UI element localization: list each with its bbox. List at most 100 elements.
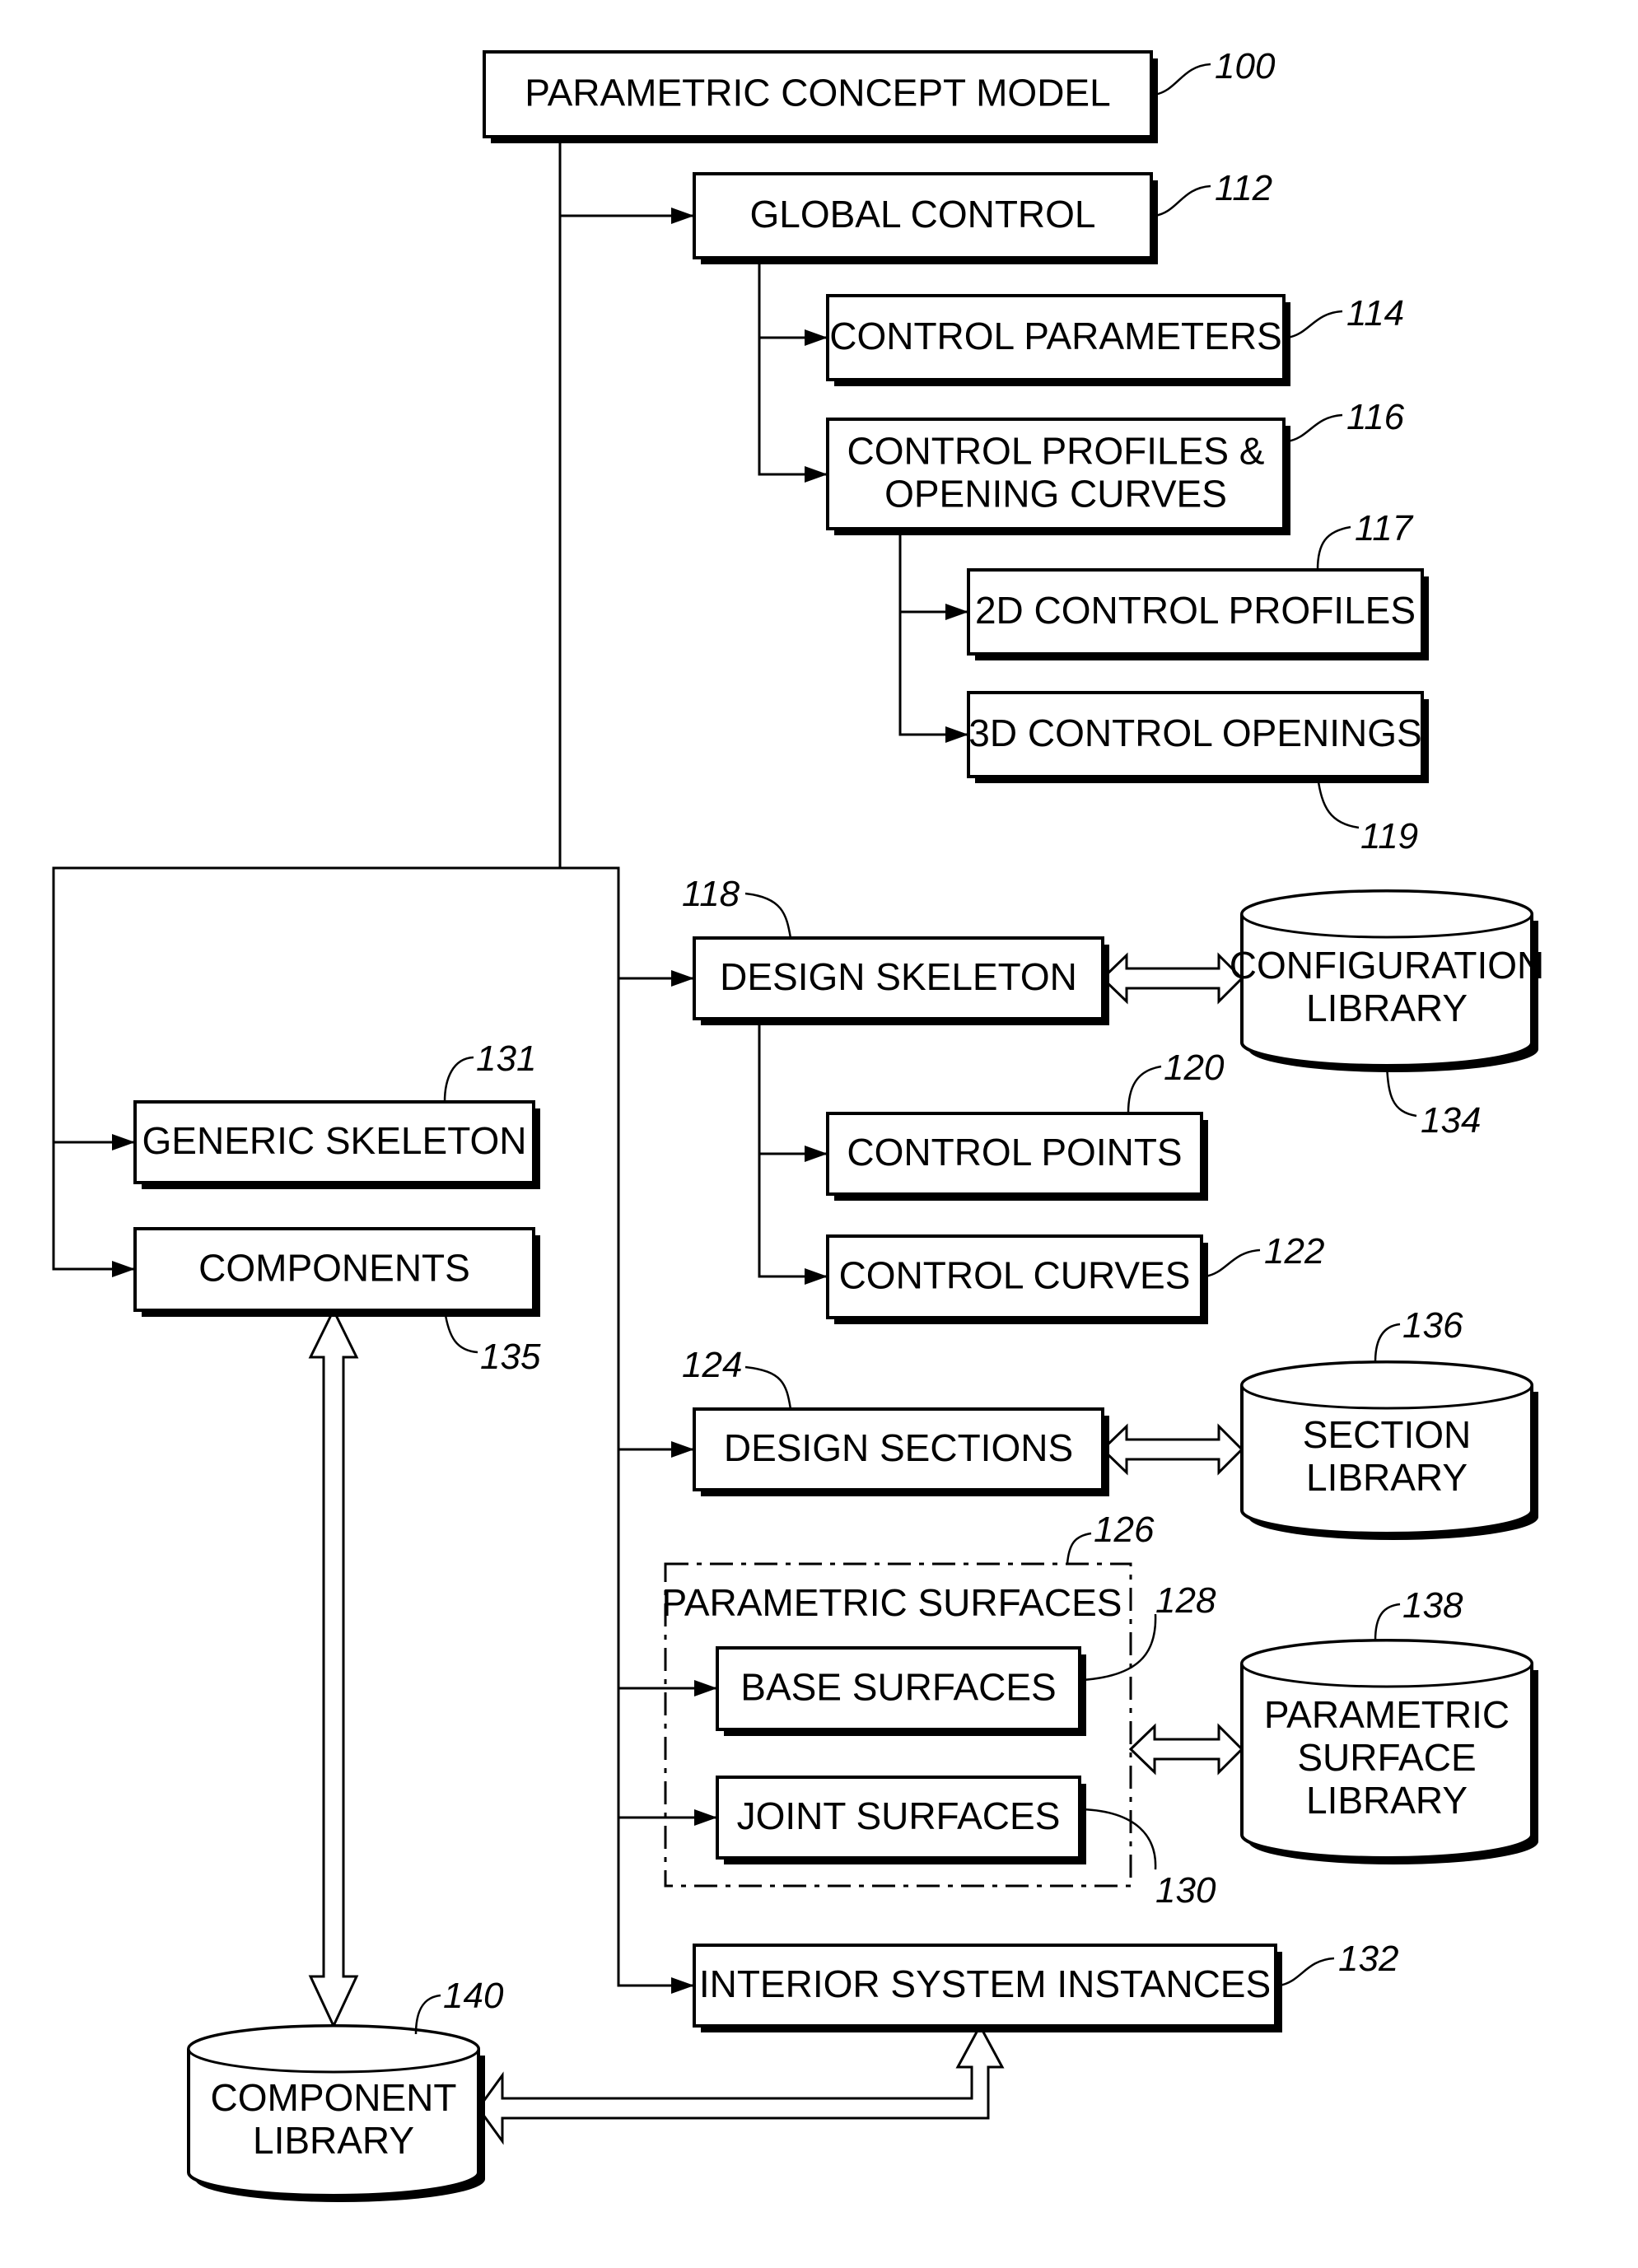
database-134: CONFIGURATIONLIBRARY bbox=[1230, 889, 1544, 1072]
n136-label-line: LIBRARY bbox=[1306, 1456, 1468, 1499]
node-116: CONTROL PROFILES &OPENING CURVES bbox=[826, 418, 1290, 535]
connector-116-branch bbox=[898, 529, 968, 736]
ref-120: 120 bbox=[1164, 1048, 1225, 1088]
leader-134 bbox=[1385, 1065, 1417, 1118]
cylinder-top bbox=[1240, 1639, 1533, 1688]
arrowhead bbox=[805, 466, 828, 483]
n117-label-line: 2D CONTROL PROFILES bbox=[975, 589, 1416, 632]
node-112: GLOBAL CONTROL bbox=[693, 172, 1158, 264]
ref-128: 128 bbox=[1155, 1580, 1216, 1621]
n119-label-line: 3D CONTROL OPENINGS bbox=[968, 712, 1421, 754]
n122-label-line: CONTROL CURVES bbox=[839, 1254, 1191, 1297]
node-128: BASE SURFACES bbox=[716, 1646, 1086, 1736]
node-114: CONTROL PARAMETERS bbox=[826, 294, 1290, 386]
double-arrow-124-136 bbox=[1100, 1423, 1244, 1476]
arrowhead bbox=[805, 1146, 828, 1162]
connector-112-branch bbox=[758, 258, 828, 476]
n136-label-line: SECTION bbox=[1303, 1413, 1471, 1456]
node-131: GENERIC SKELETON bbox=[133, 1100, 540, 1189]
arrowhead bbox=[694, 1680, 717, 1696]
n140-label-line: LIBRARY bbox=[253, 2119, 414, 2162]
n112-label-line: GLOBAL CONTROL bbox=[749, 193, 1095, 236]
double-arrow-126-138 bbox=[1128, 1723, 1244, 1776]
database-136: SECTIONLIBRARY bbox=[1240, 1360, 1538, 1540]
arrowhead bbox=[112, 1134, 135, 1150]
node-124: DESIGN SECTIONS bbox=[693, 1407, 1109, 1496]
leader-130 bbox=[1082, 1808, 1157, 1870]
ref-119: 119 bbox=[1360, 816, 1418, 856]
ref-126: 126 bbox=[1094, 1510, 1155, 1550]
parametric-surfaces-label: PARAMETRIC SURFACES bbox=[662, 1581, 1122, 1624]
leader-138 bbox=[1374, 1603, 1401, 1641]
n138-label-line: PARAMETRIC bbox=[1264, 1693, 1510, 1736]
ref-138: 138 bbox=[1402, 1585, 1463, 1626]
ref-136: 136 bbox=[1402, 1305, 1463, 1346]
arrowhead bbox=[805, 1268, 828, 1285]
leader-119 bbox=[1316, 776, 1360, 829]
ref-118: 118 bbox=[682, 874, 740, 914]
ref-112: 112 bbox=[1215, 168, 1272, 208]
ref-100: 100 bbox=[1215, 46, 1276, 86]
arrowhead bbox=[671, 208, 694, 224]
n130-label-line: JOINT SURFACES bbox=[737, 1794, 1061, 1837]
double-arrow-118-134 bbox=[1100, 952, 1244, 1005]
connector-118-branch bbox=[758, 1019, 828, 1278]
leader-116 bbox=[1286, 413, 1343, 443]
n120-label-line: CONTROL POINTS bbox=[847, 1131, 1182, 1174]
n134-label-line: LIBRARY bbox=[1306, 987, 1468, 1029]
n138-label-line: LIBRARY bbox=[1306, 1779, 1468, 1822]
leader-122 bbox=[1204, 1248, 1261, 1278]
bracket-outline bbox=[52, 866, 694, 1987]
ref-134: 134 bbox=[1421, 1100, 1481, 1141]
ref-114: 114 bbox=[1346, 293, 1404, 334]
n134-label-line: CONFIGURATION bbox=[1230, 944, 1544, 987]
arrowhead bbox=[671, 970, 694, 987]
n100-label-line: PARAMETRIC CONCEPT MODEL bbox=[525, 72, 1110, 114]
double-arrow-140-132 bbox=[477, 2023, 1005, 2145]
leader-126 bbox=[1066, 1532, 1092, 1565]
ref-122: 122 bbox=[1264, 1231, 1324, 1272]
cylinder-top bbox=[1240, 889, 1533, 939]
node-130: JOINT SURFACES bbox=[716, 1776, 1086, 1864]
arrowhead bbox=[694, 1809, 717, 1826]
ref-124: 124 bbox=[682, 1345, 742, 1385]
leader-131 bbox=[443, 1056, 474, 1103]
arrowhead bbox=[112, 1261, 135, 1277]
leader-120 bbox=[1127, 1065, 1162, 1114]
cylinder-top bbox=[1240, 1360, 1533, 1410]
leader-100 bbox=[1154, 63, 1211, 96]
node-119: 3D CONTROL OPENINGS bbox=[967, 691, 1429, 783]
ref-117: 117 bbox=[1355, 508, 1414, 548]
ref-131: 131 bbox=[476, 1038, 536, 1079]
n116-label-line: OPENING CURVES bbox=[884, 473, 1227, 516]
n138-label-line: SURFACE bbox=[1297, 1736, 1476, 1779]
node-100: PARAMETRIC CONCEPT MODEL bbox=[483, 50, 1158, 143]
ref-140: 140 bbox=[443, 1976, 504, 2016]
leader-114 bbox=[1286, 310, 1343, 339]
node-132: INTERIOR SYSTEM INSTANCES bbox=[693, 1944, 1282, 2032]
arrowhead bbox=[671, 1441, 694, 1458]
ref-116: 116 bbox=[1346, 397, 1405, 437]
node-135: COMPONENTS bbox=[133, 1227, 540, 1317]
leader-132 bbox=[1278, 1957, 1335, 1987]
node-118: DESIGN SKELETON bbox=[693, 936, 1109, 1025]
ref-135: 135 bbox=[480, 1337, 541, 1377]
node-122: CONTROL CURVES bbox=[826, 1234, 1208, 1324]
n128-label-line: BASE SURFACES bbox=[740, 1666, 1056, 1709]
n132-label-line: INTERIOR SYSTEM INSTANCES bbox=[699, 1962, 1271, 2005]
ref-130: 130 bbox=[1155, 1870, 1216, 1911]
node-120: CONTROL POINTS bbox=[826, 1112, 1208, 1201]
n114-label-line: CONTROL PARAMETERS bbox=[829, 315, 1282, 357]
leader-112 bbox=[1154, 184, 1211, 217]
n124-label-line: DESIGN SECTIONS bbox=[724, 1426, 1073, 1469]
ref-132: 132 bbox=[1338, 1939, 1398, 1979]
n116-label-line: CONTROL PROFILES & bbox=[847, 430, 1265, 473]
arrowhead bbox=[945, 726, 968, 743]
n140-label-line: COMPONENT bbox=[211, 2076, 457, 2119]
n131-label-line: GENERIC SKELETON bbox=[142, 1119, 527, 1162]
node-117: 2D CONTROL PROFILES bbox=[967, 568, 1429, 660]
leader-124 bbox=[744, 1365, 792, 1410]
database-140: COMPONENTLIBRARY bbox=[187, 2024, 485, 2202]
n135-label-line: COMPONENTS bbox=[198, 1247, 470, 1290]
arrowhead bbox=[805, 329, 828, 346]
